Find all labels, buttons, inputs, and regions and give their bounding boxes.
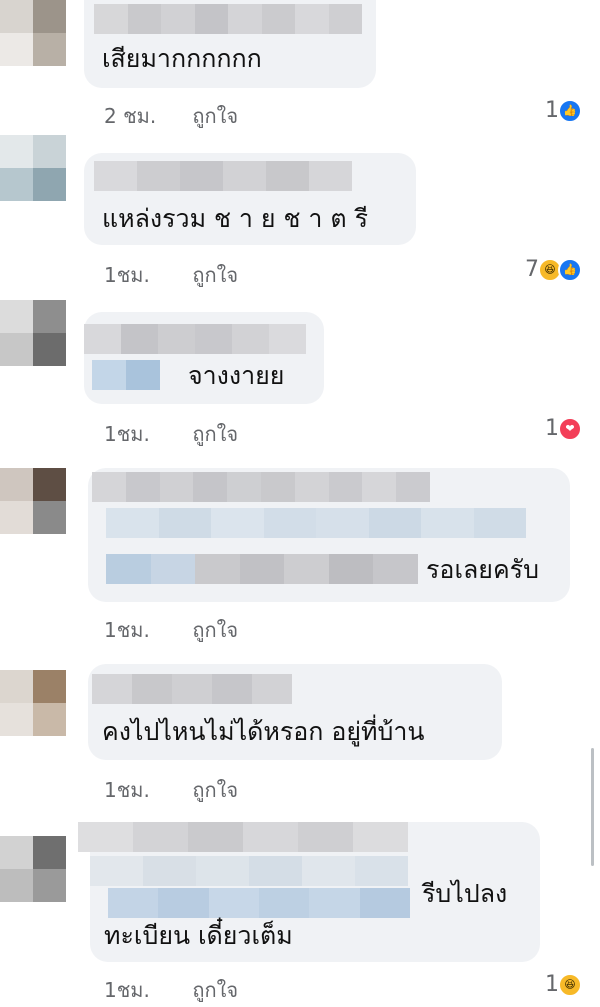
comment-text-line1: รีบไปลง [422, 879, 508, 908]
reaction-summary[interactable]: 1 👍 [545, 98, 582, 123]
scrollbar[interactable] [591, 748, 594, 866]
reaction-count: 7 [525, 257, 539, 282]
avatar[interactable] [0, 468, 66, 534]
comment-text-line2: ทะเบียน เดี๋ยวเต็ม [104, 921, 293, 950]
haha-icon: 😆 [558, 972, 582, 997]
like-link[interactable]: ถูกใจ [192, 774, 238, 806]
comment-time[interactable]: 1ชม. [104, 774, 186, 806]
reaction-count: 1 [545, 972, 559, 997]
comment-time[interactable]: 2 ชม. [104, 100, 186, 132]
blurred-text [90, 856, 408, 886]
avatar[interactable] [0, 0, 66, 66]
comment-time[interactable]: 1ชม. [104, 259, 186, 291]
comment-meta: 2 ชม. ถูกใจ [104, 100, 238, 132]
blurred-text [108, 888, 410, 918]
blurred-username [92, 674, 292, 704]
blurred-text [106, 554, 419, 584]
comment-meta: 1ชม. ถูกใจ [104, 614, 238, 646]
comment-meta: 1ชม. ถูกใจ [104, 974, 238, 1006]
comment-time[interactable]: 1ชม. [104, 974, 186, 1006]
comment-time[interactable]: 1ชม. [104, 418, 186, 450]
reaction-count: 1 [545, 98, 559, 123]
comment-meta: 1ชม. ถูกใจ [104, 418, 238, 450]
comment-text: เสียมากกกกกก [102, 44, 262, 73]
avatar[interactable] [0, 135, 66, 201]
blurred-mention [92, 360, 160, 390]
like-link[interactable]: ถูกใจ [192, 614, 238, 646]
comment-text: คงไปไหนไม่ได้หรอก อยู่ที่บ้าน [102, 717, 425, 746]
like-link[interactable]: ถูกใจ [192, 974, 238, 1006]
comment-bubble[interactable]: คงไปไหนไม่ได้หรอก อยู่ที่บ้าน [88, 664, 502, 760]
love-icon: ❤ [558, 416, 582, 441]
blurred-username [92, 472, 430, 502]
avatar[interactable] [0, 670, 66, 736]
like-link[interactable]: ถูกใจ [192, 100, 238, 132]
reaction-count: 1 [545, 416, 559, 441]
blurred-username [94, 4, 362, 34]
like-icon: 👍 [558, 98, 582, 123]
like-link[interactable]: ถูกใจ [192, 418, 238, 450]
comment-bubble[interactable]: เสียมากกกกกก [84, 0, 376, 88]
blurred-username [84, 324, 306, 354]
comment-bubble[interactable]: จางงายย [84, 312, 324, 404]
comment-meta: 1ชม. ถูกใจ [104, 774, 238, 806]
comment-bubble[interactable]: รีบไปลง ทะเบียน เดี๋ยวเต็ม [78, 822, 540, 962]
comment-bubble[interactable]: แหล่งรวม ช า ย ช า ต รี [84, 153, 416, 245]
reaction-summary[interactable]: 7 😆 👍 [525, 257, 582, 282]
like-icon: 👍 [558, 257, 582, 282]
like-link[interactable]: ถูกใจ [192, 259, 238, 291]
comment-bubble[interactable]: รอเลยครับ [88, 468, 570, 602]
comment-time[interactable]: 1ชม. [104, 614, 186, 646]
comment-meta: 1ชม. ถูกใจ [104, 259, 238, 291]
avatar[interactable] [0, 300, 66, 366]
comment-text: แหล่งรวม ช า ย ช า ต รี [102, 204, 369, 233]
reaction-summary[interactable]: 1 😆 [545, 972, 582, 997]
blurred-text [106, 508, 526, 538]
reaction-summary[interactable]: 1 ❤ [545, 416, 582, 441]
comment-text: รอเลยครับ [426, 555, 539, 584]
comment-text: จางงายย [188, 361, 285, 390]
avatar[interactable] [0, 836, 66, 902]
blurred-text [78, 822, 408, 852]
blurred-username [94, 161, 352, 191]
